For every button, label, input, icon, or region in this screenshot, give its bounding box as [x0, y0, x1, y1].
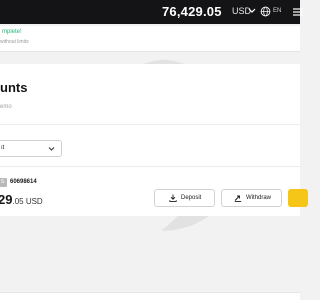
- top-bar: 76,429.05 USD EN: [0, 0, 303, 24]
- withdraw-button[interactable]: Withdraw: [221, 189, 282, 207]
- deposit-label: Deposit: [181, 195, 202, 201]
- divider: [0, 124, 300, 125]
- notice-title: mplete!: [2, 29, 22, 35]
- chevron-down-icon: [48, 147, 55, 151]
- header-balance: 76,429.05: [162, 4, 222, 19]
- account-id: 60698614: [10, 179, 37, 185]
- page-title: unts: [0, 80, 28, 95]
- page-subtitle: emo: [0, 104, 12, 110]
- download-icon: [169, 194, 177, 202]
- divider: [0, 166, 300, 167]
- account-type-dropdown[interactable]: ıt: [0, 140, 62, 157]
- globe-icon[interactable]: [260, 6, 271, 17]
- menu-icon[interactable]: [293, 7, 303, 17]
- account-balance-decimals: .05 USD: [12, 197, 43, 206]
- chevron-down-icon[interactable]: [247, 5, 257, 17]
- notice-subtitle: without limits: [0, 39, 29, 45]
- withdraw-icon: [234, 195, 242, 202]
- account-balance: 29.05 USD: [0, 192, 43, 207]
- language-selector[interactable]: EN: [273, 8, 281, 14]
- account-balance-main: 29: [0, 192, 13, 207]
- withdraw-label: Withdraw: [246, 195, 272, 201]
- deposit-button[interactable]: Deposit: [154, 189, 215, 207]
- verification-notice: mplete! without limits: [0, 26, 300, 52]
- trade-button[interactable]: [288, 189, 308, 207]
- bottom-panel-edge: [0, 292, 300, 300]
- account-type-badge: S: [0, 178, 7, 187]
- dropdown-value: ıt: [1, 145, 5, 151]
